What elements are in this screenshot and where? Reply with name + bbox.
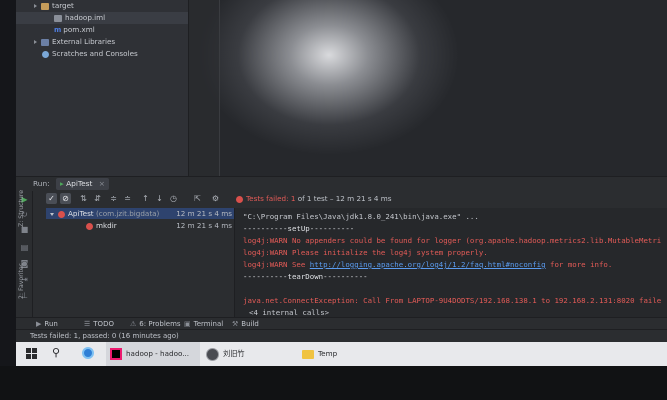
folder-icon xyxy=(41,2,49,10)
favorites-side-tab[interactable]: 2: Favorites xyxy=(18,263,25,299)
show-ignored-icon[interactable]: ⊘ xyxy=(60,193,71,204)
status-detail: of 1 test – 12 m 21 s 4 ms xyxy=(297,194,392,203)
library-icon xyxy=(41,38,49,46)
editor-gutter xyxy=(189,0,219,176)
tab-label: 6: Problems xyxy=(139,320,181,328)
test-failed-icon xyxy=(86,222,93,230)
taskbar-intellij[interactable]: hadoop - hadoo... xyxy=(106,342,200,368)
log4j-faq-link[interactable]: http://logging.apache.org/log4j/1.2/faq.… xyxy=(310,260,546,269)
console-line-internal[interactable]: <4 internal calls> xyxy=(249,308,329,317)
show-passed-icon[interactable]: ✓ xyxy=(46,193,57,204)
tree-item-label: hadoop.iml xyxy=(65,13,106,22)
console-output[interactable]: "C:\Program Files\Java\jdk1.8.0_241\bin\… xyxy=(234,208,667,317)
chat-app-icon xyxy=(206,347,219,361)
run-tab-apitest[interactable]: ▸ ApiTest × xyxy=(56,178,109,190)
console-line-cmd: "C:\Program Files\Java\jdk1.8.0_241\bin\… xyxy=(243,212,479,221)
editor-area[interactable] xyxy=(189,0,667,176)
test-package: (com.jzit.bigdata) xyxy=(95,209,160,218)
taskbar-label: hadoop - hadoo... xyxy=(126,349,190,358)
terminal-icon: ▣ xyxy=(184,320,191,328)
taskbar: ⚲ hadoop - hadoo... 刘旧竹 Temp xyxy=(16,342,667,368)
warn3-prefix: log4j:WARN See xyxy=(243,260,306,269)
tree-item-scratches[interactable]: Scratches and Consoles xyxy=(42,48,138,60)
tab-label: Terminal xyxy=(193,320,224,328)
close-icon[interactable]: × xyxy=(99,179,105,188)
test-row-apitest[interactable]: ApiTest (com.jzit.bigdata) 12 m 21 s 4 m… xyxy=(46,208,234,219)
test-duration: 12 m 21 s 4 ms xyxy=(176,209,232,218)
run-config-icon: ▸ xyxy=(60,179,64,188)
settings-gear-icon[interactable]: ⚙ xyxy=(210,193,221,204)
expand-arrow-icon[interactable] xyxy=(50,212,54,216)
sort-alpha-icon[interactable]: ⇅ xyxy=(78,193,89,204)
tab-label: TODO xyxy=(93,320,114,328)
test-failed-icon xyxy=(58,210,65,218)
console-line-exception: java.net.ConnectException: Call From LAP… xyxy=(243,296,662,305)
maven-file-icon: m xyxy=(54,26,62,34)
taskbar-label: 刘旧竹 xyxy=(223,349,245,358)
console-line-teardown: ----------tearDown---------- xyxy=(243,272,368,281)
tree-item-label: target xyxy=(52,1,74,10)
console-line-warn3: log4j:WARN See http://logging.apache.org… xyxy=(243,260,612,269)
test-name: ApiTest xyxy=(68,209,94,218)
layout-icon[interactable]: ▤ xyxy=(20,243,29,252)
warn3-suffix: for more info. xyxy=(550,260,613,269)
intellij-icon xyxy=(110,348,122,360)
console-line-setup: ----------setUp---------- xyxy=(243,224,355,233)
taskbar-chat[interactable]: 刘旧竹 xyxy=(202,342,296,366)
tree-item-hadoop-iml[interactable]: hadoop.iml xyxy=(16,12,188,24)
run-label: Run: xyxy=(33,179,50,188)
gutter-line xyxy=(219,0,220,176)
error-status-icon xyxy=(236,195,243,203)
browser-icon[interactable] xyxy=(82,347,94,359)
windows-start-icon[interactable] xyxy=(26,348,37,359)
folder-icon xyxy=(302,349,314,359)
build-icon: ⚒ xyxy=(232,320,239,328)
test-name: mkdir xyxy=(96,221,117,230)
expand-arrow-icon[interactable] xyxy=(34,40,37,44)
run-tab-label: ApiTest xyxy=(66,179,93,188)
history-icon[interactable]: ◷ xyxy=(168,193,179,204)
structure-side-tab[interactable]: Z: Structure xyxy=(18,190,25,227)
bezel-bottom xyxy=(0,366,667,400)
iml-file-icon xyxy=(54,14,62,22)
expand-arrow-icon[interactable] xyxy=(34,4,37,8)
status-failed-label: Tests failed: xyxy=(246,194,289,203)
run-icon: ▶ xyxy=(36,320,42,328)
status-failed-count: 1 xyxy=(290,194,296,203)
tab-label: Run xyxy=(44,320,58,328)
search-icon[interactable]: ⚲ xyxy=(52,347,63,358)
console-line-warn1: log4j:WARN No appenders could be found f… xyxy=(243,236,662,245)
test-status: Tests failed: 1 of 1 test – 12 m 21 s 4 … xyxy=(236,194,392,203)
bezel-left xyxy=(0,0,16,400)
export-icon[interactable]: ⇱ xyxy=(192,193,203,204)
status-bar: Tests failed: 1, passed: 0 (16 minutes a… xyxy=(16,329,667,342)
todo-icon: ☰ xyxy=(84,320,91,328)
tree-item-label: External Libraries xyxy=(52,37,116,46)
tree-item-external-libraries[interactable]: External Libraries xyxy=(34,36,115,48)
tree-item-label: Scratches and Consoles xyxy=(52,49,138,58)
tree-item-label: pom.xml xyxy=(63,25,95,34)
taskbar-label: Temp xyxy=(318,349,338,358)
next-failed-icon[interactable]: ↓ xyxy=(154,193,165,204)
problems-icon: ⚠ xyxy=(130,320,137,328)
scratch-icon xyxy=(42,50,49,58)
project-tree: target hadoop.iml m pom.xml External Libr… xyxy=(16,0,188,176)
tree-item-target[interactable]: target xyxy=(34,0,74,12)
taskbar-explorer[interactable]: Temp xyxy=(298,342,382,366)
ide-window: target hadoop.iml m pom.xml External Libr… xyxy=(16,0,667,342)
prev-failed-icon[interactable]: ↑ xyxy=(140,193,151,204)
run-tab-header: Run: ▸ ApiTest × xyxy=(16,176,667,191)
expand-all-icon[interactable]: ≑ xyxy=(108,193,119,204)
test-row-mkdir[interactable]: mkdir 12 m 21 s 4 ms xyxy=(46,220,234,231)
collapse-all-icon[interactable]: ≐ xyxy=(122,193,133,204)
sort-duration-icon[interactable]: ⇵ xyxy=(92,193,103,204)
tree-item-pom-xml[interactable]: m pom.xml xyxy=(54,24,95,36)
monitor: target hadoop.iml m pom.xml External Libr… xyxy=(0,0,667,400)
console-line-warn2: log4j:WARN Please initialize the log4j s… xyxy=(243,248,488,257)
tab-label: Build xyxy=(241,320,259,328)
run-panel: ▶ ↻ ■ ▤ ◙ ⇥ ⊥ ✓ ⊘ ⇅ ⇵ ≑ ≐ ↑ ↓ ◷ ⇱ ⚙ Test… xyxy=(16,190,667,317)
test-duration: 12 m 21 s 4 ms xyxy=(176,221,232,230)
status-bar-text: Tests failed: 1, passed: 0 (16 minutes a… xyxy=(30,332,179,340)
test-tree: ApiTest (com.jzit.bigdata) 12 m 21 s 4 m… xyxy=(46,208,234,317)
